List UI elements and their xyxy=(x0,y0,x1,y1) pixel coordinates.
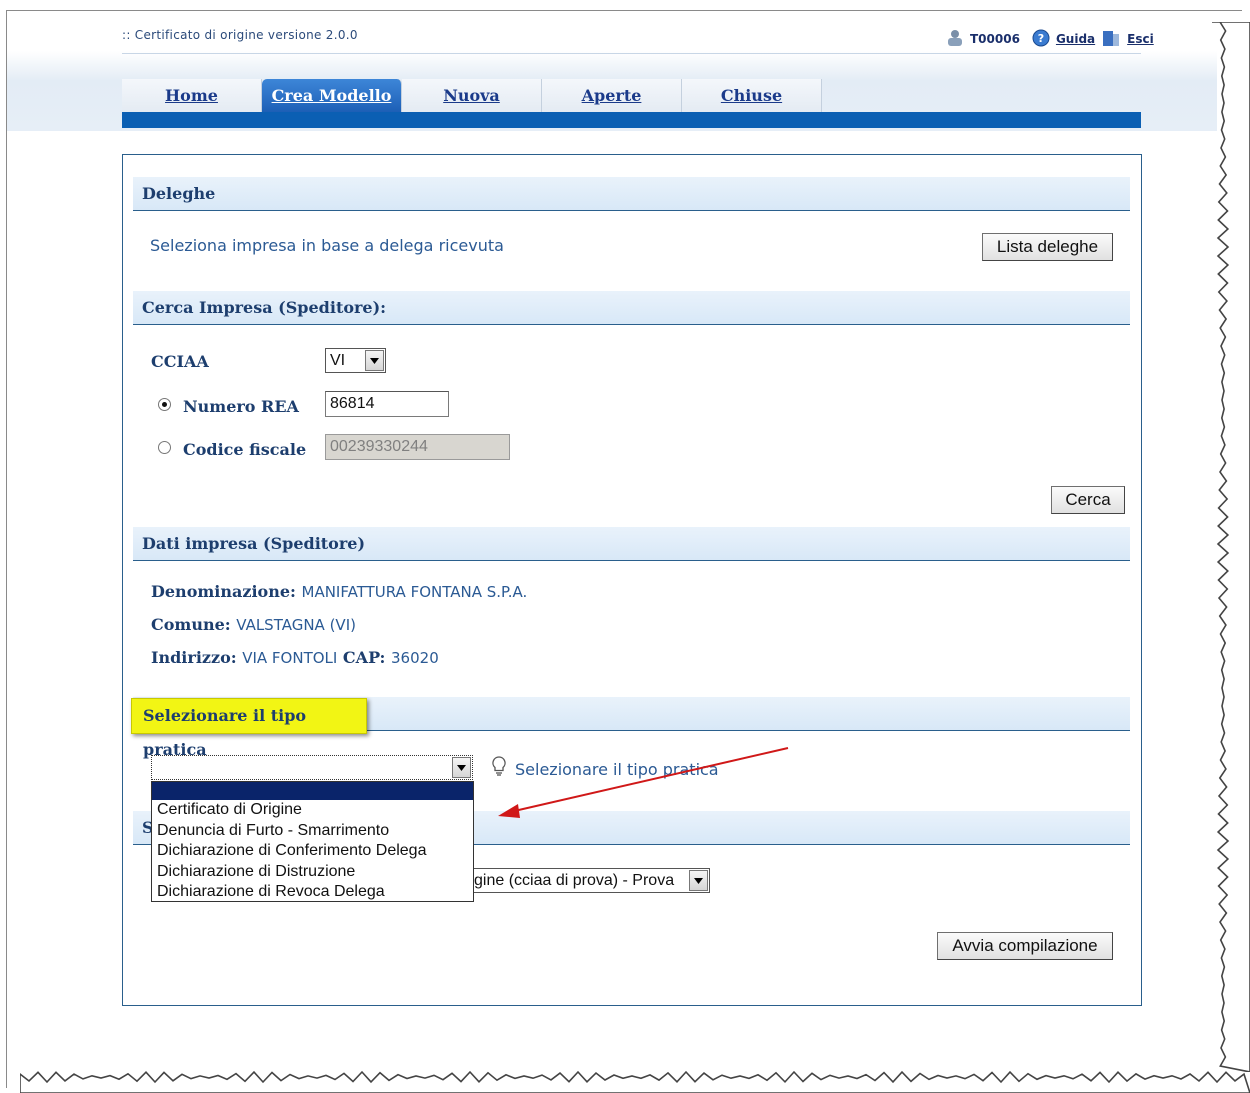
help-link[interactable]: Guida xyxy=(1056,32,1095,46)
indirizzo-label: Indirizzo: xyxy=(151,648,237,667)
cciaa-select-value: VI xyxy=(330,352,346,369)
dropdown-option[interactable]: Dichiarazione di Conferimento Delega xyxy=(152,841,473,862)
help-icon: ? xyxy=(1032,29,1050,50)
torn-edge-right xyxy=(1212,22,1250,1072)
numero-rea-radio[interactable] xyxy=(158,398,171,411)
svg-text:?: ? xyxy=(1038,32,1044,45)
user-bar: T00006 ? Guida Esci xyxy=(946,28,1154,50)
exit-link[interactable]: Esci xyxy=(1127,32,1154,46)
indirizzo-row: Indirizzo: VIA FONTOLI CAP: 36020 xyxy=(151,648,439,667)
dropdown-option[interactable]: Denuncia di Furto - Smarrimento xyxy=(152,821,473,842)
torn-edge-bottom xyxy=(20,1070,1250,1093)
tab-nuova[interactable]: Nuova xyxy=(402,79,542,112)
tab-home[interactable]: Home xyxy=(122,79,262,112)
cap-value: 36020 xyxy=(391,649,439,667)
avvia-compilazione-button[interactable]: Avvia compilazione xyxy=(937,932,1113,960)
cerca-button[interactable]: Cerca xyxy=(1051,486,1125,514)
title-divider xyxy=(122,53,1141,54)
main-tabs: Home Crea Modello Nuova Aperte Chiuse xyxy=(122,79,822,112)
chevron-down-icon xyxy=(452,757,471,778)
codice-fiscale-input: 00239330244 xyxy=(325,434,510,460)
comune-row: Comune: VALSTAGNA (VI) xyxy=(151,615,356,634)
tipo-pratica-heading-highlight: Selezionare il tipo pratica xyxy=(131,698,367,759)
chevron-down-icon xyxy=(365,350,384,371)
codice-fiscale-radio[interactable] xyxy=(158,441,171,454)
tab-chiuse[interactable]: Chiuse xyxy=(682,79,822,112)
tab-strip xyxy=(122,112,1141,128)
hidden-modello-select[interactable]: gine (cciaa di prova) - Prova xyxy=(440,868,710,893)
dropdown-highlighted-empty-option[interactable] xyxy=(152,782,473,800)
lista-deleghe-button[interactable]: Lista deleghe xyxy=(982,233,1113,261)
dropdown-option[interactable]: Dichiarazione di Distruzione xyxy=(152,862,473,883)
dropdown-option[interactable]: Dichiarazione di Revoca Delega xyxy=(152,882,473,903)
denominazione-label: Denominazione: xyxy=(151,582,296,601)
codice-fiscale-label: Codice fiscale xyxy=(183,440,307,459)
tab-aperte[interactable]: Aperte xyxy=(542,79,682,112)
denominazione-value: MANIFATTURA FONTANA S.P.A. xyxy=(301,583,528,601)
dropdown-option[interactable]: Certificato di Origine xyxy=(152,800,473,821)
chevron-down-icon xyxy=(689,870,708,891)
comune-label: Comune: xyxy=(151,615,231,634)
numero-rea-input[interactable]: 86814 xyxy=(325,391,449,417)
deleghe-description: Seleziona impresa in base a delega ricev… xyxy=(150,236,504,255)
tab-crea-modello[interactable]: Crea Modello xyxy=(262,79,402,112)
exit-icon xyxy=(1101,28,1121,51)
hidden-modello-select-value: gine (cciaa di prova) - Prova xyxy=(474,872,675,889)
indirizzo-value: VIA FONTOLI xyxy=(242,649,338,667)
annotation-arrow xyxy=(498,747,789,818)
app-title: :: Certificato di origine versione 2.0.0 xyxy=(122,28,358,42)
numero-rea-label: Numero REA xyxy=(183,397,299,416)
comune-value: VALSTAGNA (VI) xyxy=(236,616,356,634)
user-code: T00006 xyxy=(970,32,1020,46)
section-deleghe-heading: Deleghe xyxy=(133,177,1130,211)
denominazione-row: Denominazione: MANIFATTURA FONTANA S.P.A… xyxy=(151,582,527,601)
cciaa-label: CCIAA xyxy=(151,352,209,371)
cap-label: CAP: xyxy=(342,648,386,667)
section-dati-impresa-heading: Dati impresa (Speditore) xyxy=(133,527,1130,561)
section-cerca-impresa-heading: Cerca Impresa (Speditore): xyxy=(133,291,1130,325)
tipo-pratica-select[interactable] xyxy=(151,755,473,780)
tipo-pratica-dropdown-list: Certificato di Origine Denuncia di Furto… xyxy=(151,781,474,902)
user-icon xyxy=(946,29,964,50)
cciaa-select[interactable]: VI xyxy=(325,348,386,373)
